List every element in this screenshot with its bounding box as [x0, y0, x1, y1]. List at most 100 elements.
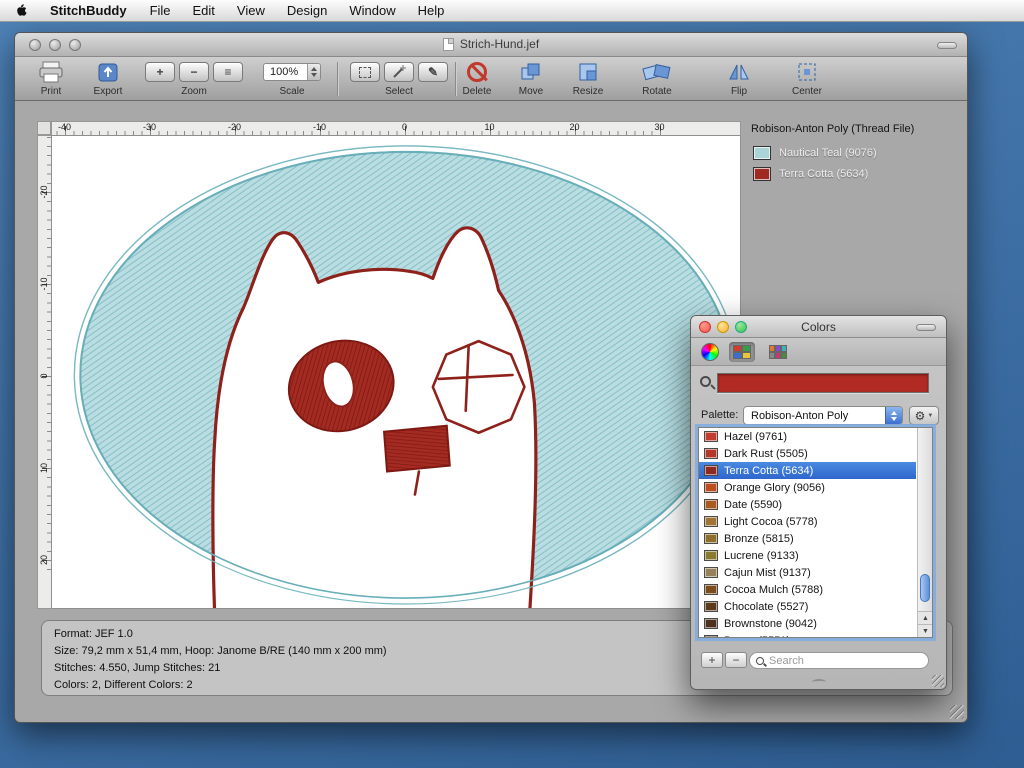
search-placeholder: Search — [769, 655, 804, 667]
zoom-out-button[interactable]: − — [179, 62, 209, 82]
color-list-item[interactable]: Light Cocoa (5778) — [699, 513, 916, 530]
h-ruler-labels: -40-30-20-100102030 — [51, 122, 740, 132]
resize-button[interactable]: Resize — [566, 59, 610, 97]
color-swatches-tab[interactable] — [765, 342, 791, 362]
panel-resize-dimple[interactable] — [812, 679, 826, 685]
color-list[interactable]: Hazel (9761) Dark Rust (5505) Terra Cott… — [698, 427, 933, 638]
color-list-item[interactable]: Terra Cotta (5634) — [699, 462, 916, 479]
menu-item[interactable]: View — [226, 3, 276, 18]
menu-item[interactable]: Edit — [182, 3, 226, 18]
window-resize-grip[interactable] — [950, 705, 964, 719]
color-wheel-icon[interactable] — [701, 343, 719, 361]
scrollbar-thumb[interactable] — [920, 574, 930, 602]
color-palettes-tab[interactable] — [729, 342, 755, 362]
thread-row[interactable]: Terra Cotta (5634) — [753, 167, 868, 181]
ruler-label: -30 — [107, 122, 192, 132]
color-list-item[interactable]: Chocolate (5527) — [699, 598, 916, 615]
color-name: Bronze (5815) — [724, 533, 794, 545]
toolbar-separator — [455, 62, 456, 96]
apple-icon — [14, 3, 28, 18]
wand-select-button[interactable] — [384, 62, 414, 82]
color-swatch — [704, 499, 718, 510]
scrollbar[interactable]: ▲ ▼ — [917, 428, 932, 637]
color-list-item[interactable]: Date (5590) — [699, 496, 916, 513]
menu-item[interactable]: File — [139, 3, 182, 18]
menu-item[interactable]: Help — [407, 3, 456, 18]
color-list-item[interactable]: Brownstone (9042) — [699, 615, 916, 632]
print-button[interactable]: Print — [29, 59, 73, 97]
color-swatch — [704, 550, 718, 561]
color-list-item[interactable]: Hazel (9761) — [699, 428, 916, 445]
panel-resize-grip[interactable] — [932, 675, 944, 687]
export-button[interactable]: Export — [86, 59, 130, 97]
color-swatch — [704, 584, 718, 595]
add-color-button[interactable]: + — [701, 652, 723, 668]
delete-button[interactable]: Delete — [457, 59, 497, 97]
color-list-item[interactable]: Lucrene (9133) — [699, 547, 916, 564]
marquee-icon — [359, 67, 371, 78]
rotate-button[interactable]: Rotate — [627, 59, 687, 97]
main-toolbar: Print Export + − ≡ Zoom — [15, 57, 967, 101]
swatch-grid-icon — [769, 345, 787, 359]
ruler-label: 30 — [617, 122, 702, 132]
zoom-fit-button[interactable]: ≡ — [213, 62, 243, 82]
thread-row[interactable]: Nautical Teal (9076) — [753, 146, 877, 160]
palette-dropdown[interactable]: Robison-Anton Poly — [743, 406, 903, 425]
ruler-label: -10 — [37, 278, 51, 290]
magnifier-icon[interactable] — [700, 376, 711, 387]
menu-app-name[interactable]: StitchBuddy — [38, 3, 139, 18]
move-button[interactable]: Move — [511, 59, 551, 97]
color-name: Orange Glory (9056) — [724, 482, 825, 494]
menu-item[interactable]: Window — [338, 3, 406, 18]
thread-file-title: Robison-Anton Poly (Thread File) — [751, 123, 965, 135]
color-list-item[interactable]: Cajun Mist (9137) — [699, 564, 916, 581]
current-color-well[interactable] — [717, 373, 929, 393]
color-name: Hazel (9761) — [724, 431, 787, 443]
colors-toolbar — [691, 338, 946, 366]
color-swatch — [704, 533, 718, 544]
remove-color-button[interactable]: − — [725, 652, 747, 668]
color-swatch — [704, 465, 718, 476]
scale-control: 100% Scale — [261, 59, 323, 97]
chevron-down-icon: ▼ — [927, 413, 933, 419]
colors-window-title: Colors — [691, 320, 946, 334]
title-bar[interactable]: Strich-Hund.jef — [15, 33, 967, 57]
ruler-label: 10 — [447, 122, 532, 132]
color-swatch — [704, 567, 718, 578]
color-list-item[interactable]: Dark Rust (5505) — [699, 445, 916, 462]
scale-dropdown[interactable]: 100% — [263, 63, 321, 81]
apple-menu[interactable] — [0, 3, 38, 18]
flip-button[interactable]: Flip — [715, 59, 763, 97]
magic-wand-icon — [391, 64, 407, 80]
zoom-in-button[interactable]: + — [145, 62, 175, 82]
toolbar-toggle-button[interactable] — [937, 42, 957, 49]
color-name: Chocolate (5527) — [724, 601, 808, 613]
color-name: Light Cocoa (5778) — [724, 516, 818, 528]
color-list-item[interactable]: Cocoa Mulch (5788) — [699, 581, 916, 598]
color-list-item[interactable]: Orange Glory (9056) — [699, 479, 916, 496]
menu-item[interactable]: Design — [276, 3, 338, 18]
color-search-field[interactable]: Search — [749, 652, 929, 669]
colors-window: Colors — [690, 315, 947, 690]
color-list-item[interactable]: Brown (5551) — [699, 632, 916, 638]
ruler-label: -40 — [51, 122, 107, 132]
scroll-up-button[interactable]: ▲ — [918, 611, 933, 624]
toolbar-toggle-button[interactable] — [916, 324, 936, 331]
palette-action-button[interactable]: ⚙ ▼ — [909, 406, 939, 425]
scroll-down-button[interactable]: ▼ — [918, 624, 933, 637]
window-title-wrap: Strich-Hund.jef — [15, 37, 967, 51]
color-swatch — [704, 618, 718, 629]
thread-swatch — [753, 167, 771, 181]
colors-title-bar[interactable]: Colors — [691, 316, 946, 338]
prohibition-icon — [467, 62, 487, 82]
color-swatch — [704, 601, 718, 612]
rect-select-button[interactable] — [350, 62, 380, 82]
pencil-select-button[interactable]: ✎ — [418, 62, 448, 82]
resize-icon — [578, 62, 598, 82]
center-button[interactable]: Center — [783, 59, 831, 97]
rotate-icon — [642, 62, 672, 82]
design-canvas[interactable] — [51, 135, 741, 609]
color-list-item[interactable]: Bronze (5815) — [699, 530, 916, 547]
horizontal-ruler: -40-30-20-100102030 — [51, 121, 741, 135]
vertical-ruler: -20-1001020 — [37, 135, 51, 609]
